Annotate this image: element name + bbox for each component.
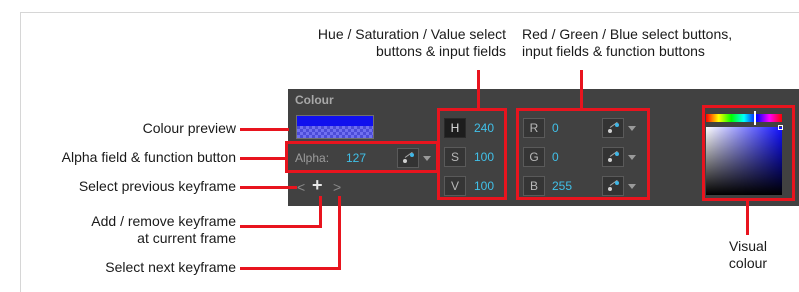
annotation-box-alpha xyxy=(285,141,439,173)
callout-hsv: Hue / Saturation / Value select buttons … xyxy=(317,26,506,59)
colour-preview-opaque xyxy=(296,115,374,126)
leader-next-h xyxy=(240,267,341,270)
callout-add-remove: Add / remove keyframe at current frame xyxy=(91,213,236,246)
callout-alpha-field: Alpha field & function button xyxy=(61,149,236,165)
callout-select-next: Select next keyframe xyxy=(105,259,236,275)
callout-select-prev: Select previous keyframe xyxy=(78,178,236,194)
leader-prev xyxy=(240,186,297,189)
leader-hsv-v xyxy=(477,70,480,110)
annotation-box-picker xyxy=(702,105,795,201)
colour-preview-alpha xyxy=(296,126,374,139)
leader-add-v xyxy=(319,196,322,228)
next-keyframe-icon[interactable]: > xyxy=(333,179,341,195)
frame-top-border xyxy=(20,12,799,13)
leader-add-h xyxy=(240,225,322,228)
leader-next-v xyxy=(338,196,341,270)
prev-keyframe-icon[interactable]: < xyxy=(297,179,305,195)
annotation-box-hsv xyxy=(437,108,507,200)
callout-rgb: Red / Green / Blue select buttons, input… xyxy=(522,26,733,59)
callout-colour-preview: Colour preview xyxy=(142,120,236,136)
leader-rgb-v xyxy=(580,70,583,110)
add-keyframe-icon[interactable]: + xyxy=(312,175,323,196)
colour-preview-swatch xyxy=(296,115,374,140)
annotation-box-rgb xyxy=(516,108,650,200)
panel-title: Colour xyxy=(295,93,334,107)
callout-visual-colour: Visual colour xyxy=(728,238,768,271)
leader-alpha xyxy=(240,157,287,160)
leader-visual-v xyxy=(746,199,749,235)
leader-colour-preview xyxy=(240,128,289,131)
